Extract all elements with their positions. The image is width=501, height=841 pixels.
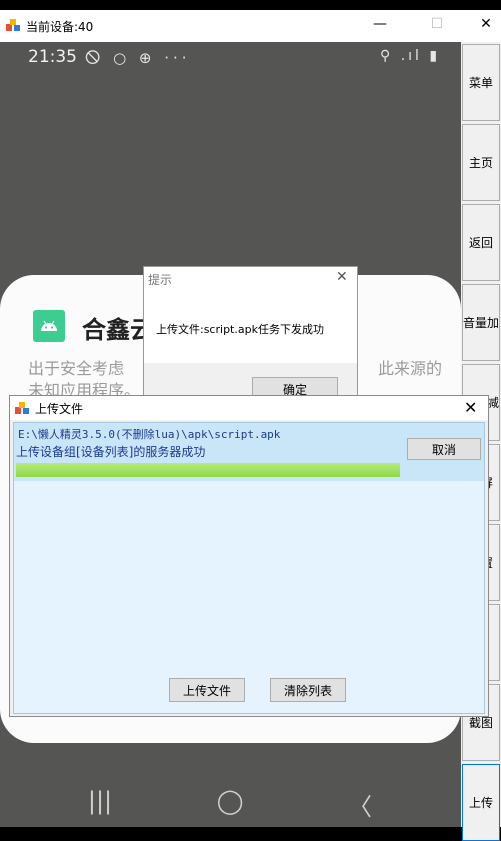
- top-strip: [0, 0, 501, 10]
- upload-dialog-titlebar: 上传文件 ✕: [10, 396, 488, 420]
- back-button[interactable]: 返回: [462, 204, 500, 281]
- upload-dialog: 上传文件 ✕ E:\懒人精灵3.5.0(不删除lua)\apk\script.a…: [9, 395, 489, 717]
- upload-dialog-icon: [15, 402, 29, 414]
- message-box-text: 上传文件:script.apk任务下发成功: [156, 323, 324, 336]
- clear-list-button[interactable]: 清除列表: [270, 678, 346, 702]
- upload-item[interactable]: E:\懒人精灵3.5.0(不删除lua)\apk\script.apk 上传设备…: [14, 423, 484, 481]
- file-path: E:\懒人精灵3.5.0(不删除lua)\apk\script.apk: [18, 428, 281, 441]
- home-icon[interactable]: ◯: [210, 787, 250, 815]
- upload-dialog-title: 上传文件: [35, 402, 84, 416]
- menu-button[interactable]: 菜单: [462, 44, 500, 121]
- upload-list[interactable]: E:\懒人精灵3.5.0(不删除lua)\apk\script.apk 上传设备…: [13, 422, 485, 714]
- status-icons-left: 🛇 ○ ⊕ ···: [85, 49, 191, 67]
- android-app-icon: [33, 310, 65, 342]
- back-icon[interactable]: 〈: [340, 787, 380, 822]
- message-box: 提示 ✕ 上传文件:script.apk任务下发成功 确定: [143, 266, 358, 406]
- warning-text-line1-right: 此来源的: [378, 359, 443, 378]
- upload-button[interactable]: 上传: [462, 764, 500, 841]
- upload-progress-bar: [16, 463, 400, 477]
- window-close-button[interactable]: ✕: [476, 16, 496, 32]
- status-icons-right: ⚲ .ıl ▮: [380, 48, 441, 64]
- volume-up-button[interactable]: 音量加: [462, 284, 500, 361]
- app-icon: [6, 19, 20, 31]
- upload-status: 上传设备组[设备列表]的服务器成功: [16, 445, 206, 459]
- upload-progress-fill: [16, 463, 400, 477]
- message-box-title: 提示: [148, 273, 173, 287]
- upload-file-button[interactable]: 上传文件: [169, 678, 245, 702]
- window-title: 当前设备:40: [26, 20, 94, 34]
- status-time: 21:35: [28, 47, 77, 67]
- cancel-button[interactable]: 取消: [407, 438, 481, 460]
- upload-dialog-close-icon[interactable]: ✕: [464, 398, 477, 417]
- message-box-close-icon[interactable]: ✕: [336, 269, 348, 285]
- recent-apps-icon[interactable]: |||: [80, 787, 120, 815]
- window-titlebar: 当前设备:40 — ☐ ✕: [0, 10, 501, 42]
- warning-text-line1: 出于安全考虑: [28, 359, 125, 378]
- home-button[interactable]: 主页: [462, 124, 500, 201]
- minimize-button[interactable]: —: [370, 16, 390, 32]
- maximize-button[interactable]: ☐: [427, 16, 447, 32]
- phone-status-bar: 21:35 🛇 ○ ⊕ ··· ⚲ .ıl ▮: [0, 42, 461, 74]
- phone-nav-bar: ||| ◯ 〈: [0, 777, 461, 827]
